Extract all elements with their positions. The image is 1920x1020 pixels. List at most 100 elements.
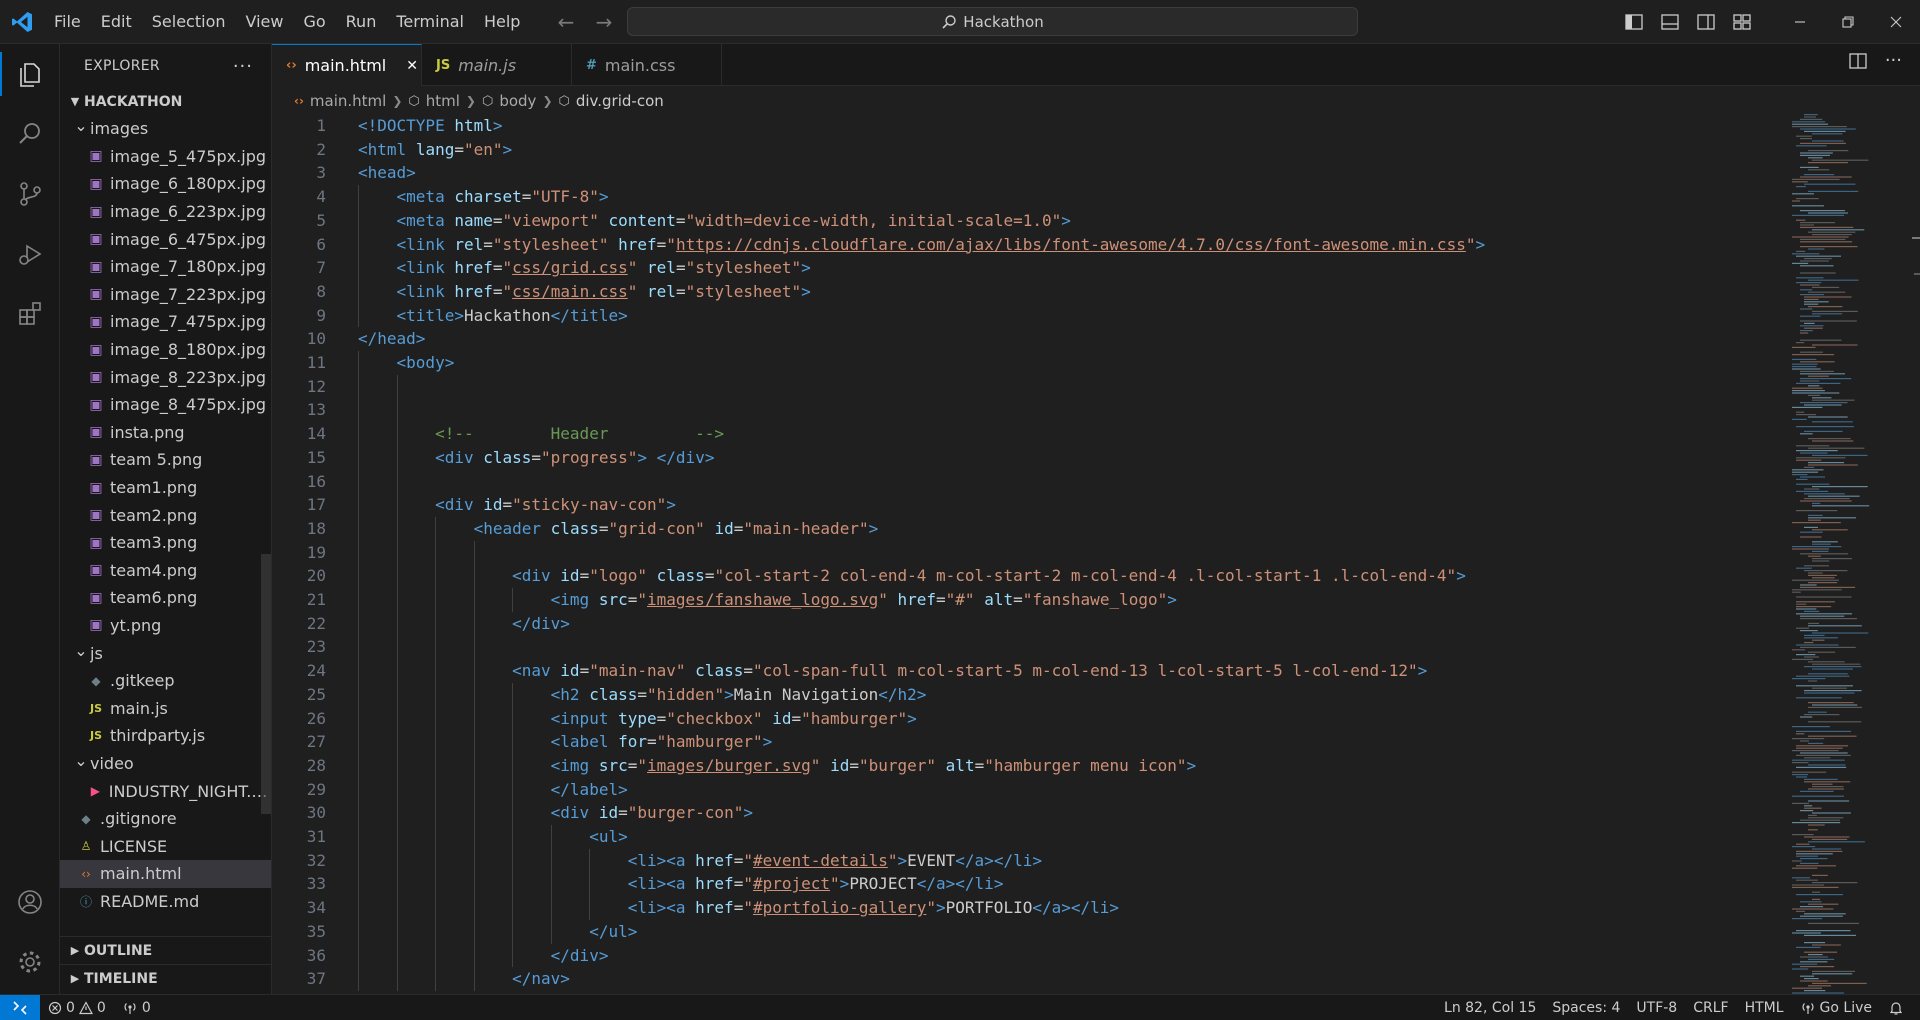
remote-window-button[interactable] bbox=[0, 994, 40, 1020]
menu-edit[interactable]: Edit bbox=[91, 0, 142, 44]
code-token: <title> bbox=[396, 305, 464, 325]
folder-item[interactable]: ⌄ js bbox=[60, 639, 271, 667]
file-item[interactable]: ♙ LICENSE bbox=[60, 832, 271, 860]
notifications-bell-icon[interactable] bbox=[1880, 1000, 1912, 1016]
file-item[interactable]: ▣ team4.png bbox=[60, 557, 271, 585]
toggle-secondary-sidebar-icon[interactable] bbox=[1690, 6, 1722, 38]
menu-run[interactable]: Run bbox=[336, 0, 387, 44]
explorer-files-icon[interactable] bbox=[0, 44, 60, 104]
menu-help[interactable]: Help bbox=[474, 0, 530, 44]
menu-selection[interactable]: Selection bbox=[142, 0, 236, 44]
menu-view[interactable]: View bbox=[236, 0, 294, 44]
minimap-line bbox=[1796, 879, 1818, 881]
file-item[interactable]: ▣ image_5_475px.jpg bbox=[60, 143, 271, 171]
code-token: <!-- Header --> bbox=[435, 424, 725, 444]
file-item[interactable]: ▣ team1.png bbox=[60, 474, 271, 502]
problems-indicator[interactable]: 0 0 bbox=[40, 1000, 114, 1016]
accounts-icon[interactable] bbox=[0, 872, 60, 932]
file-item[interactable]: ▣ image_8_475px.jpg bbox=[60, 391, 271, 419]
go-live-button[interactable]: Go Live bbox=[1792, 1000, 1880, 1016]
minimap-line bbox=[1812, 632, 1869, 634]
workspace-root-header[interactable]: ▼ HACKATHON bbox=[60, 88, 271, 115]
file-item[interactable]: ▣ image_7_180px.jpg bbox=[60, 253, 271, 281]
folder-item[interactable]: ⌄ video bbox=[60, 750, 271, 778]
file-item[interactable]: ▣ team6.png bbox=[60, 584, 271, 612]
breadcrumb: ‹› main.html ❯ ⬡ html ❯ ⬡ body ❯ ⬡ div.grid-con bbox=[272, 86, 1772, 116]
minimap-line bbox=[1808, 814, 1817, 816]
file-item[interactable]: ▣ image_7_223px.jpg bbox=[60, 281, 271, 309]
indentation[interactable]: Spaces: 4 bbox=[1544, 1000, 1628, 1016]
tab-main-html[interactable]: ‹› main.html ✕ bbox=[272, 44, 422, 86]
file-item[interactable]: ▣ yt.png bbox=[60, 612, 271, 640]
code-editor[interactable]: 1 <!DOCTYPE html> 2 <html lang="en"> 3 <head>… bbox=[272, 114, 1772, 994]
file-item[interactable]: ▣ image_8_180px.jpg bbox=[60, 336, 271, 364]
cursor-position[interactable]: Ln 82, Col 15 bbox=[1436, 1000, 1544, 1016]
code-token: href bbox=[454, 281, 493, 301]
close-window-icon[interactable] bbox=[1872, 0, 1920, 44]
toggle-primary-sidebar-icon[interactable] bbox=[1618, 6, 1650, 38]
minimize-icon[interactable] bbox=[1776, 0, 1824, 44]
ports-indicator[interactable]: 0 bbox=[114, 1000, 159, 1016]
chevron-right-icon: ▶ bbox=[70, 972, 80, 985]
file-item[interactable]: ‹› main.html bbox=[60, 860, 271, 888]
breadcrumb-item[interactable]: div.grid-con bbox=[576, 92, 664, 110]
file-item[interactable]: ⓘ README.md bbox=[60, 888, 271, 916]
line-number: 31 bbox=[306, 827, 326, 846]
file-item[interactable]: ▣ team3.png bbox=[60, 529, 271, 557]
file-item[interactable]: ▣ image_6_475px.jpg bbox=[60, 225, 271, 253]
file-item[interactable]: ▣ team2.png bbox=[60, 501, 271, 529]
minimap-line bbox=[1792, 726, 1830, 728]
close-tab-icon[interactable]: ✕ bbox=[406, 58, 418, 74]
run-and-debug-icon[interactable] bbox=[0, 224, 60, 284]
file-item[interactable]: ▣ image_6_223px.jpg bbox=[60, 198, 271, 226]
file-encoding[interactable]: UTF-8 bbox=[1628, 1000, 1685, 1016]
tab-main-js[interactable]: JS main.js bbox=[422, 44, 572, 86]
outline-section-header[interactable]: ▶ OUTLINE bbox=[60, 937, 272, 964]
file-item[interactable]: ▣ image_7_475px.jpg bbox=[60, 308, 271, 336]
more-actions-icon[interactable]: ··· bbox=[233, 56, 253, 77]
tab-main-css[interactable]: # main.css bbox=[572, 44, 722, 86]
language-mode[interactable]: HTML bbox=[1737, 1000, 1792, 1016]
editor-scrollbar[interactable] bbox=[1906, 114, 1920, 994]
file-item[interactable]: ▣ insta.png bbox=[60, 419, 271, 447]
breadcrumb-item[interactable]: body bbox=[499, 92, 536, 110]
image-file-icon: ▣ bbox=[89, 562, 103, 579]
settings-gear-icon[interactable] bbox=[0, 932, 60, 992]
search-icon[interactable] bbox=[0, 104, 60, 164]
forward-arrow-icon[interactable]: → bbox=[590, 8, 618, 36]
line-number: 27 bbox=[306, 732, 326, 752]
folder-item[interactable]: ⌄ images bbox=[60, 115, 271, 143]
minimap-line bbox=[1812, 529, 1848, 531]
end-of-line[interactable]: CRLF bbox=[1685, 1000, 1736, 1016]
file-item[interactable]: ▶ INDUSTRY_NIGHT.m... bbox=[60, 777, 271, 805]
timeline-section-header[interactable]: ▶ TIMELINE bbox=[60, 965, 272, 992]
split-editor-icon[interactable] bbox=[1849, 52, 1867, 74]
minimap[interactable] bbox=[1780, 114, 1904, 994]
file-item[interactable]: ◆ .gitkeep bbox=[60, 667, 271, 695]
source-control-icon[interactable] bbox=[0, 164, 60, 224]
menu-terminal[interactable]: Terminal bbox=[386, 0, 474, 44]
breadcrumb-item[interactable]: main.html bbox=[310, 92, 386, 110]
file-item[interactable]: ▣ team 5.png bbox=[60, 446, 271, 474]
toggle-panel-icon[interactable] bbox=[1654, 6, 1686, 38]
menu-file[interactable]: File bbox=[44, 0, 91, 44]
command-center-search[interactable]: Hackathon bbox=[627, 7, 1358, 36]
minimap-line bbox=[1804, 526, 1818, 528]
minimap-line bbox=[1808, 735, 1857, 737]
file-item[interactable]: ◆ .gitignore bbox=[60, 805, 271, 833]
file-item[interactable]: ▣ image_8_223px.jpg bbox=[60, 363, 271, 391]
file-item[interactable]: JS thirdparty.js bbox=[60, 722, 271, 750]
breadcrumb-item[interactable]: html bbox=[426, 92, 460, 110]
more-actions-icon[interactable]: ··· bbox=[1885, 52, 1902, 74]
back-arrow-icon[interactable]: ← bbox=[552, 8, 580, 36]
restore-icon[interactable] bbox=[1824, 0, 1872, 44]
minimap-line bbox=[1800, 294, 1825, 296]
file-item[interactable]: JS main.js bbox=[60, 694, 271, 722]
file-item[interactable]: ▣ image_6_180px.jpg bbox=[60, 170, 271, 198]
sidebar-scrollbar[interactable] bbox=[261, 554, 271, 814]
minimap-line bbox=[1800, 241, 1853, 243]
extensions-icon[interactable] bbox=[0, 284, 60, 344]
menu-go[interactable]: Go bbox=[293, 0, 335, 44]
customize-layout-icon[interactable] bbox=[1726, 6, 1758, 38]
